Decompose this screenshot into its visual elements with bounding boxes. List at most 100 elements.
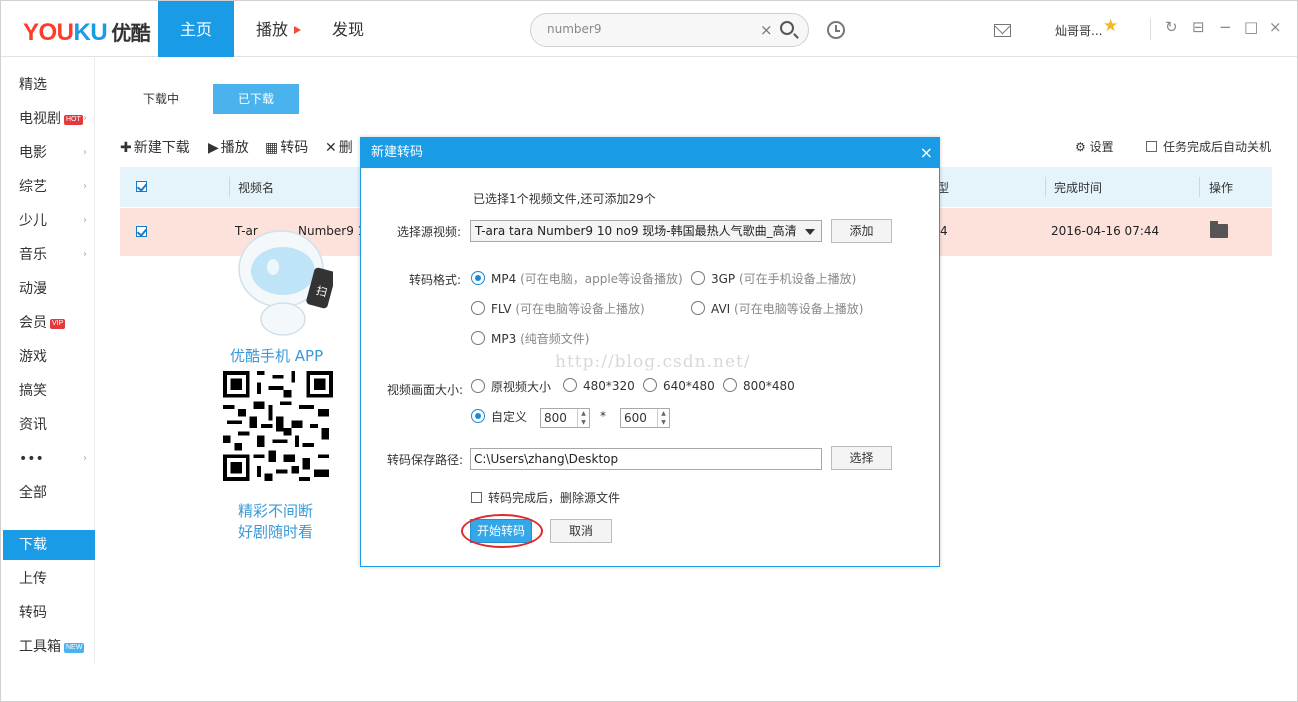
vip-star-icon: ★ [1103, 16, 1119, 36]
search-icon[interactable] [780, 21, 794, 35]
chevron-down-icon [805, 229, 815, 235]
nav-tab-play[interactable]: 播放 [256, 1, 302, 57]
promo-slogan-line1: 精彩不间断 [238, 502, 314, 520]
sidebar-item-music[interactable]: 音乐 › [3, 240, 95, 270]
save-path-input[interactable]: C:\Users\zhang\Desktop [470, 448, 822, 470]
sidebar-item-upload[interactable]: 上传 [3, 564, 95, 594]
nav-tab-home[interactable]: 主页 [158, 1, 234, 57]
dialog-title: 新建转码 [371, 145, 424, 160]
mascot-illustration: 扫 [238, 230, 333, 336]
format-option-mp4[interactable]: MP4 (可在电脑，apple等设备播放) [471, 270, 683, 287]
source-label: 选择源视频: [396, 225, 461, 239]
format-label: 转码格式: [408, 273, 461, 287]
tab-downloaded[interactable]: 已下载 [213, 84, 299, 114]
radio-button[interactable] [723, 378, 737, 392]
chevron-right-icon: › [83, 181, 87, 192]
tab-downloading[interactable]: 下载中 [121, 84, 201, 114]
stepper-arrows-icon[interactable]: ▲ ▼ [577, 409, 589, 427]
sidebar-item-transcode[interactable]: 转码 [3, 598, 95, 628]
radio-button[interactable] [471, 409, 485, 423]
cancel-button[interactable]: 取消 [550, 519, 612, 543]
delete-button[interactable]: ✕ 删 [325, 137, 353, 157]
size-option-800x480[interactable]: 800*480 [723, 378, 795, 393]
select-all-checkbox[interactable] [136, 181, 147, 192]
qr-code [223, 371, 333, 481]
row-checkbox[interactable] [136, 226, 147, 237]
sidebar-item-download[interactable]: 下载 [3, 530, 95, 560]
mini-mode-icon[interactable]: ⊟ [1192, 18, 1205, 36]
play-icon: ▶ [208, 140, 219, 156]
sidebar-item-featured[interactable]: 精选 [3, 70, 95, 100]
open-folder-icon[interactable] [1210, 221, 1228, 238]
youku-logo[interactable]: YOUKU 优酷 [23, 17, 151, 47]
maximize-icon[interactable]: □ [1244, 18, 1258, 36]
checkbox[interactable] [471, 492, 482, 503]
sidebar-item-tv[interactable]: 电视剧 HOT › [3, 104, 95, 134]
add-button[interactable]: 添加 [831, 219, 892, 243]
size-separator: * [600, 409, 606, 423]
choose-path-button[interactable]: 选择 [831, 446, 892, 470]
promo-title: 优酷手机 APP [230, 347, 324, 365]
format-option-avi[interactable]: AVI (可在电脑等设备上播放) [691, 300, 863, 317]
settings-button[interactable]: ⚙ 设置 [1075, 138, 1114, 155]
radio-button[interactable] [471, 271, 485, 285]
radio-button[interactable] [691, 271, 705, 285]
stepper-arrows-icon[interactable]: ▲ ▼ [657, 409, 669, 427]
search-input[interactable] [547, 22, 747, 36]
new-download-button[interactable]: ✚ 新建下载 [120, 137, 190, 157]
history-clock-icon[interactable] [827, 21, 845, 39]
play-button[interactable]: ▶ 播放 [208, 137, 249, 157]
column-header-finish-time: 完成时间 [1054, 181, 1103, 195]
delete-source-option[interactable]: 转码完成后，删除源文件 [471, 489, 620, 506]
checkbox[interactable] [1146, 141, 1157, 152]
vip-badge: VIP [50, 319, 66, 329]
format-option-3gp[interactable]: 3GP (可在手机设备上播放) [691, 270, 856, 287]
sidebar-item-games[interactable]: 游戏 [3, 342, 95, 372]
sidebar-item-kids[interactable]: 少儿 › [3, 206, 95, 236]
watermark: http://blog.csdn.net/ [555, 352, 751, 372]
radio-button[interactable] [471, 379, 485, 393]
sidebar-item-all[interactable]: 全部 [3, 478, 95, 508]
source-video-select[interactable]: T-ara tara Number9 10 no9 现场-韩国最热人气歌曲_高清 [470, 220, 822, 242]
auto-shutdown-checkbox[interactable]: 任务完成后自动关机 [1146, 138, 1271, 155]
close-window-icon[interactable]: × [1269, 18, 1282, 36]
sidebar-item-anime[interactable]: 动漫 [3, 274, 95, 304]
nav-tab-discover[interactable]: 发现 [332, 1, 364, 57]
size-option-480x320[interactable]: 480*320 [563, 378, 635, 393]
format-option-flv[interactable]: FLV (可在电脑等设备上播放) [471, 300, 645, 317]
radio-button[interactable] [563, 378, 577, 392]
clear-search-icon[interactable]: × [760, 21, 773, 39]
radio-button[interactable] [471, 301, 485, 315]
refresh-icon[interactable]: ↻ [1165, 18, 1178, 36]
annotation-circle [461, 514, 543, 548]
transcode-button[interactable]: ▦ 转码 [265, 137, 308, 157]
mail-icon[interactable] [994, 24, 1011, 37]
radio-button[interactable] [691, 301, 705, 315]
column-header-action: 操作 [1209, 181, 1234, 195]
size-option-custom[interactable]: 自定义 [471, 408, 527, 425]
chevron-right-icon: › [83, 113, 87, 124]
sidebar-item-funny[interactable]: 搞笑 [3, 376, 95, 406]
minimize-icon[interactable]: − [1219, 18, 1232, 36]
divider [1150, 18, 1151, 40]
sidebar-item-news[interactable]: 资讯 [3, 410, 95, 440]
radio-button[interactable] [471, 331, 485, 345]
youku-app-window: YOUKU优酷 主页 播放 发现 × 灿哥哥... ★ ↻ ⊟ − □ × 精选… [0, 0, 1298, 702]
sidebar-item-movie[interactable]: 电影 › [3, 138, 95, 168]
chevron-right-icon: › [83, 147, 87, 158]
radio-button[interactable] [643, 378, 657, 392]
dialog-header: 新建转码 × [361, 138, 939, 168]
custom-height-stepper[interactable]: 600 ▲ ▼ [620, 408, 670, 428]
size-option-original[interactable]: 原视频大小 [471, 378, 551, 395]
username[interactable]: 灿哥哥... [1055, 22, 1102, 39]
sidebar-item-variety[interactable]: 综艺 › [3, 172, 95, 202]
format-option-mp3[interactable]: MP3 (纯音频文件) [471, 330, 589, 347]
chevron-right-icon: › [83, 249, 87, 260]
size-option-640x480[interactable]: 640*480 [643, 378, 715, 393]
dialog-close-icon[interactable]: × [920, 138, 933, 168]
custom-width-stepper[interactable]: 800 ▲ ▼ [540, 408, 590, 428]
sidebar-item-toolbox[interactable]: 工具箱 NEW [3, 632, 95, 662]
sidebar-item-more[interactable]: ••• › [3, 444, 95, 474]
sidebar-item-member[interactable]: 会员 VIP [3, 308, 95, 338]
search-box: × [530, 13, 809, 47]
